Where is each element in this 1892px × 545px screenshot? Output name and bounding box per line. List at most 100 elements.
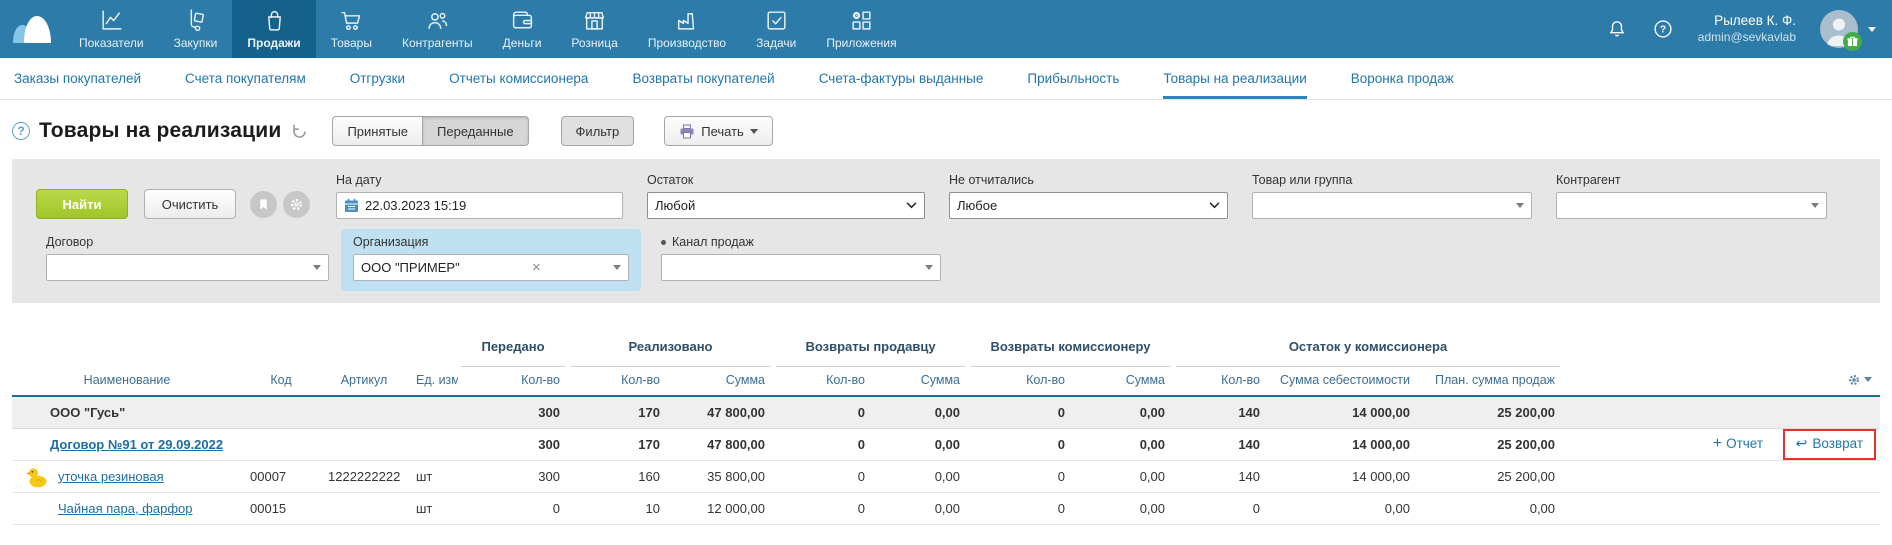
table-row-product-teacup[interactable]: Чайная пара, фарфор 00015 шт 0 10 12 000… bbox=[12, 492, 1880, 524]
nav-item-tasks[interactable]: Задачи bbox=[741, 0, 811, 58]
avatar[interactable] bbox=[1820, 10, 1858, 48]
nav-item-purchases[interactable]: Закупки bbox=[159, 0, 233, 58]
cell: 0,00 bbox=[1418, 492, 1563, 524]
help-icon[interactable]: ? bbox=[1652, 18, 1674, 40]
calendar-icon bbox=[344, 198, 359, 213]
group-header-commissioner-balance: Остаток у комиссионера bbox=[1173, 337, 1563, 367]
contract-link[interactable]: Договор №91 от 29.09.2022 bbox=[50, 437, 223, 452]
tab-shipments[interactable]: Отгрузки bbox=[350, 58, 405, 99]
nav-item-label: Продажи bbox=[247, 36, 300, 50]
organization-combobox[interactable]: ООО "ПРИМЕР" × bbox=[353, 254, 629, 281]
col-name: Наименование bbox=[12, 367, 242, 397]
tab-customer-returns[interactable]: Возвраты покупателей bbox=[632, 58, 774, 99]
nav-item-money[interactable]: Деньги bbox=[488, 0, 557, 58]
tab-customer-invoices[interactable]: Счета покупателям bbox=[185, 58, 306, 99]
cell-article: 1222222222 bbox=[320, 460, 408, 492]
transferred-button[interactable]: Переданные bbox=[423, 116, 529, 146]
table-row-product-duck[interactable]: уточка резиновая 00007 1222222222 шт 300… bbox=[12, 460, 1880, 492]
user-dropdown-caret-icon[interactable] bbox=[1868, 27, 1876, 32]
not-reported-value: Любое bbox=[957, 198, 997, 213]
col-qty-sold: Кол-во bbox=[568, 367, 668, 397]
bookmark-button[interactable] bbox=[250, 191, 277, 218]
group-name: ООО "Гусь" bbox=[12, 396, 242, 428]
refresh-icon[interactable] bbox=[291, 123, 308, 140]
sales-channel-combobox[interactable] bbox=[661, 254, 941, 281]
table-row-group-goose[interactable]: ООО "Гусь" 300 170 47 800,00 0 0,00 0 0,… bbox=[12, 396, 1880, 428]
cell: 160 bbox=[568, 460, 668, 492]
filter-organization: Организация ООО "ПРИМЕР" × bbox=[341, 229, 641, 291]
print-button[interactable]: Печать bbox=[664, 116, 773, 146]
dropdown-triangle-icon bbox=[313, 265, 321, 270]
filter-row-2: Договор Организация ООО "ПРИМЕР" × Канал… bbox=[34, 229, 1858, 291]
factory-icon bbox=[674, 8, 699, 33]
col-qty-balance: Кол-во bbox=[1173, 367, 1268, 397]
nav-item-goods[interactable]: Товары bbox=[316, 0, 387, 58]
filter-stock: Остаток Любой bbox=[635, 167, 937, 229]
sales-channel-label: Канал продаж bbox=[661, 235, 941, 249]
print-dropdown-caret-icon bbox=[750, 129, 758, 134]
gift-badge-icon bbox=[1843, 32, 1862, 51]
nav-item-label: Закупки bbox=[174, 36, 218, 50]
printer-icon bbox=[679, 124, 695, 139]
report-action-link[interactable]: +Отчет bbox=[1713, 436, 1763, 451]
chevron-down-icon bbox=[906, 202, 917, 209]
user-menu[interactable]: Рылеев К. Ф. admin@sevkavlab bbox=[1698, 13, 1796, 45]
gear-icon bbox=[289, 197, 304, 212]
contract-combobox[interactable] bbox=[46, 254, 329, 281]
group-header-returns-to-seller: Возвраты продавцу bbox=[773, 337, 968, 367]
on-date-input[interactable]: 22.03.2023 15:19 bbox=[336, 192, 623, 219]
tab-sales-funnel[interactable]: Воронка продаж bbox=[1351, 58, 1454, 99]
apps-grid-icon bbox=[849, 8, 874, 33]
clear-button[interactable]: Очистить bbox=[144, 189, 236, 219]
stock-select[interactable]: Любой bbox=[647, 192, 925, 219]
product-link[interactable]: уточка резиновая bbox=[58, 469, 164, 484]
accepted-button[interactable]: Принятые bbox=[332, 116, 423, 146]
section-tabs: Заказы покупателей Счета покупателям Отг… bbox=[0, 58, 1892, 100]
tab-issued-invoices[interactable]: Счета-фактуры выданные bbox=[819, 58, 984, 99]
product-group-combobox[interactable] bbox=[1252, 192, 1532, 219]
table-row-contract[interactable]: Договор №91 от 29.09.2022 300 170 47 800… bbox=[12, 428, 1880, 460]
cell: 300 bbox=[458, 460, 568, 492]
nav-item-counterparties[interactable]: Контрагенты bbox=[387, 0, 488, 58]
cell: 300 bbox=[458, 428, 568, 460]
bell-icon[interactable] bbox=[1606, 18, 1628, 40]
counterparty-label: Контрагент bbox=[1556, 173, 1827, 187]
nav-item-apps[interactable]: Приложения bbox=[811, 0, 911, 58]
tab-goods-on-consignment[interactable]: Товары на реализации bbox=[1163, 58, 1306, 99]
tab-commission-reports[interactable]: Отчеты комиссионера bbox=[449, 58, 588, 99]
col-planned-sales-sum: План. сумма продаж bbox=[1418, 367, 1563, 397]
counterparty-combobox[interactable] bbox=[1556, 192, 1827, 219]
tab-customer-orders[interactable]: Заказы покупателей bbox=[14, 58, 141, 99]
return-arrow-icon: ↩ bbox=[1796, 435, 1808, 451]
cell-code: 00015 bbox=[242, 492, 320, 524]
filter-settings-button[interactable] bbox=[283, 191, 310, 218]
nav-item-sales[interactable]: Продажи bbox=[232, 0, 315, 58]
nav-item-production[interactable]: Производство bbox=[633, 0, 741, 58]
return-action-link[interactable]: ↩Возврат bbox=[1796, 436, 1863, 451]
nav-item-indicators[interactable]: Показатели bbox=[64, 0, 159, 58]
cell: 0 bbox=[458, 492, 568, 524]
gear-icon bbox=[1847, 373, 1861, 387]
cell: 0,00 bbox=[1073, 460, 1173, 492]
column-settings-button[interactable] bbox=[1571, 373, 1872, 387]
organization-label: Организация bbox=[353, 235, 629, 249]
rubber-duck-thumbnail bbox=[26, 465, 50, 489]
top-navigation-bar: Показатели Закупки Продажи Товары Контра… bbox=[0, 0, 1892, 58]
nav-item-retail[interactable]: Розница bbox=[556, 0, 632, 58]
find-button[interactable]: Найти bbox=[36, 189, 128, 219]
group-header-sold: Реализовано bbox=[568, 337, 773, 367]
app-logo[interactable] bbox=[0, 0, 64, 58]
clear-organization-icon[interactable]: × bbox=[527, 260, 546, 275]
stock-label: Остаток bbox=[647, 173, 925, 187]
cell: 140 bbox=[1173, 396, 1268, 428]
cell: 0,00 bbox=[873, 492, 968, 524]
col-sum-sold: Сумма bbox=[668, 367, 773, 397]
people-icon bbox=[425, 8, 450, 33]
page-help-icon[interactable]: ? bbox=[12, 122, 30, 140]
page-title: Товары на реализации bbox=[39, 119, 281, 143]
filter-actions: Найти Очистить bbox=[34, 183, 324, 229]
tab-profitability[interactable]: Прибыльность bbox=[1027, 58, 1119, 99]
product-link[interactable]: Чайная пара, фарфор bbox=[58, 501, 192, 516]
filter-button[interactable]: Фильтр bbox=[561, 116, 635, 146]
not-reported-select[interactable]: Любое bbox=[949, 192, 1228, 219]
